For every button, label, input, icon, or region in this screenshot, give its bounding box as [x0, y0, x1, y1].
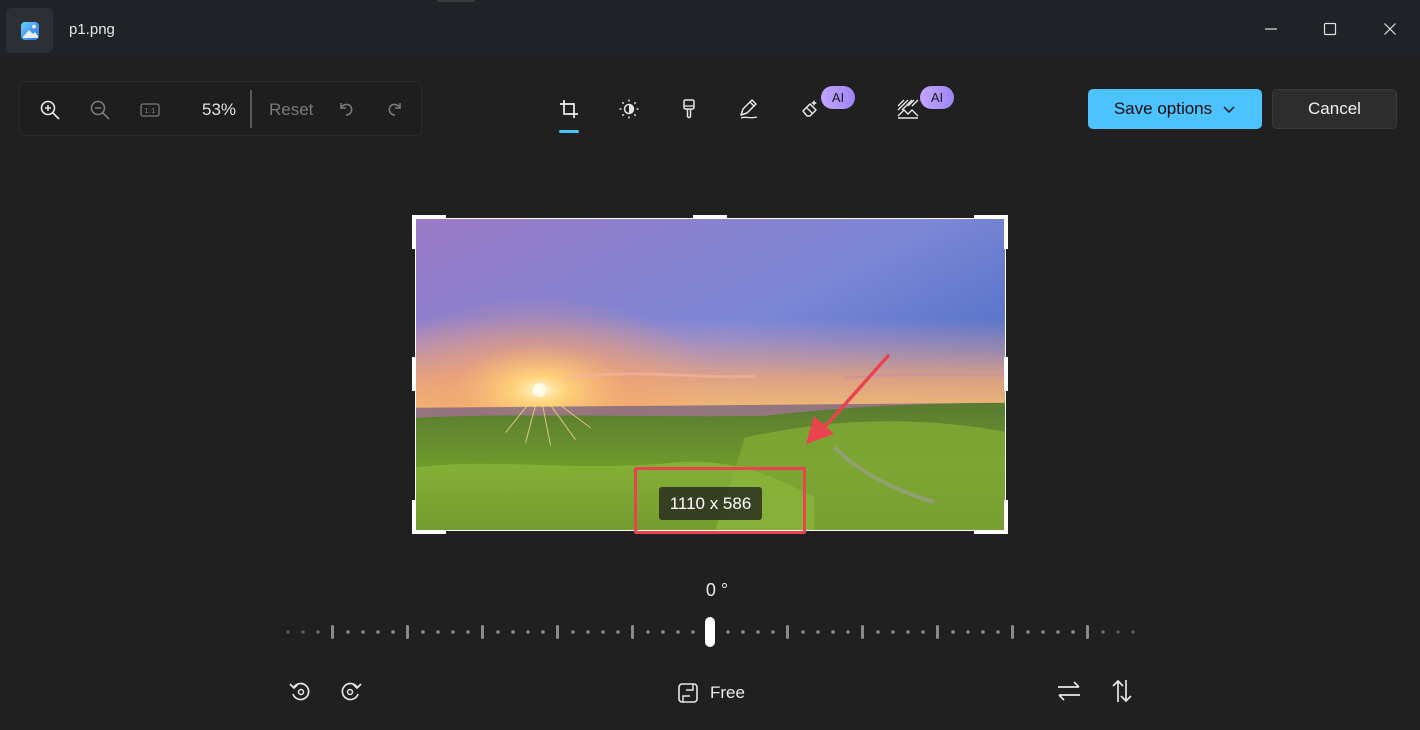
zoom-out-icon [90, 100, 110, 120]
crop-handle-right[interactable] [1004, 357, 1008, 391]
title-bar-notch [437, 0, 475, 2]
brush-icon [683, 99, 695, 119]
crop-handle-top-right-v[interactable] [1004, 215, 1008, 249]
crop-handle-top-left[interactable] [412, 215, 446, 219]
crop-handle-bottom-left-v[interactable] [412, 500, 416, 534]
cancel-button[interactable]: Cancel [1272, 89, 1397, 129]
rotate-left-icon [289, 682, 310, 701]
rotation-angle-label: 0 ° [705, 580, 729, 600]
crop-handle-top-left-v[interactable] [412, 215, 416, 249]
redo-icon [388, 103, 401, 116]
annotation-arrow [806, 354, 890, 444]
chevron-down-icon [1223, 106, 1235, 113]
zoom-out-button[interactable] [85, 95, 115, 125]
maximize-button[interactable] [1315, 14, 1345, 44]
aspect-ratio-label: Free [710, 683, 745, 702]
save-options-label: Save options [1113, 99, 1213, 118]
svg-text:1:1: 1:1 [144, 107, 155, 115]
actual-size-icon: 1:1 [140, 103, 160, 117]
redo-button[interactable] [380, 94, 410, 124]
flip-horizontal-icon [1058, 681, 1080, 701]
annotation-highlight-box [634, 467, 806, 534]
eraser-icon [802, 100, 817, 117]
background-tool-button[interactable] [893, 94, 923, 124]
ai-badge: AI [920, 86, 954, 109]
background-blur-icon [897, 99, 919, 119]
flip-vertical-button[interactable] [1107, 676, 1137, 706]
photos-app-icon [6, 8, 53, 53]
rotation-slider-thumb[interactable] [705, 617, 715, 647]
crop-handle-left[interactable] [412, 357, 416, 391]
crop-handle-bottom-right-v[interactable] [1004, 500, 1008, 534]
flip-vertical-icon [1112, 679, 1132, 703]
brightness-icon [619, 99, 639, 119]
minimize-button[interactable] [1256, 14, 1286, 44]
markup-tool-button[interactable] [734, 94, 764, 124]
undo-button[interactable] [331, 94, 361, 124]
close-icon [1384, 23, 1396, 35]
save-options-button[interactable]: Save options [1088, 89, 1262, 129]
reset-button[interactable]: Reset [269, 100, 313, 120]
title-bar [0, 0, 1420, 58]
toolbar-divider [250, 90, 252, 128]
filter-tool-button[interactable] [674, 94, 704, 124]
close-window-button[interactable] [1375, 14, 1405, 44]
maximize-icon [1323, 22, 1337, 36]
minimize-icon [1265, 28, 1277, 30]
zoom-level[interactable]: 53% [202, 100, 236, 120]
rotate-right-button[interactable] [336, 676, 366, 706]
pen-icon [740, 99, 758, 119]
rotate-right-icon [341, 682, 362, 701]
crop-tool-button[interactable] [554, 94, 584, 124]
window-title: p1.png [69, 21, 115, 38]
crop-icon [560, 100, 578, 118]
crop-handle-bottom-right[interactable] [974, 530, 1008, 534]
ai-badge: AI [821, 86, 855, 109]
actual-size-button[interactable]: 1:1 [135, 95, 165, 125]
aspect-ratio-icon [678, 683, 698, 703]
zoom-in-button[interactable] [35, 95, 65, 125]
undo-icon [340, 103, 353, 116]
crop-handle-top[interactable] [693, 215, 727, 219]
flip-horizontal-button[interactable] [1054, 676, 1084, 706]
adjust-tool-button[interactable] [614, 94, 644, 124]
aspect-ratio-button[interactable]: Free [676, 678, 745, 708]
rotate-left-button[interactable] [285, 676, 315, 706]
crop-handle-bottom-left[interactable] [412, 530, 446, 534]
crop-handle-top-right[interactable] [974, 215, 1008, 219]
zoom-in-icon [40, 100, 60, 120]
active-tool-indicator [559, 130, 579, 133]
